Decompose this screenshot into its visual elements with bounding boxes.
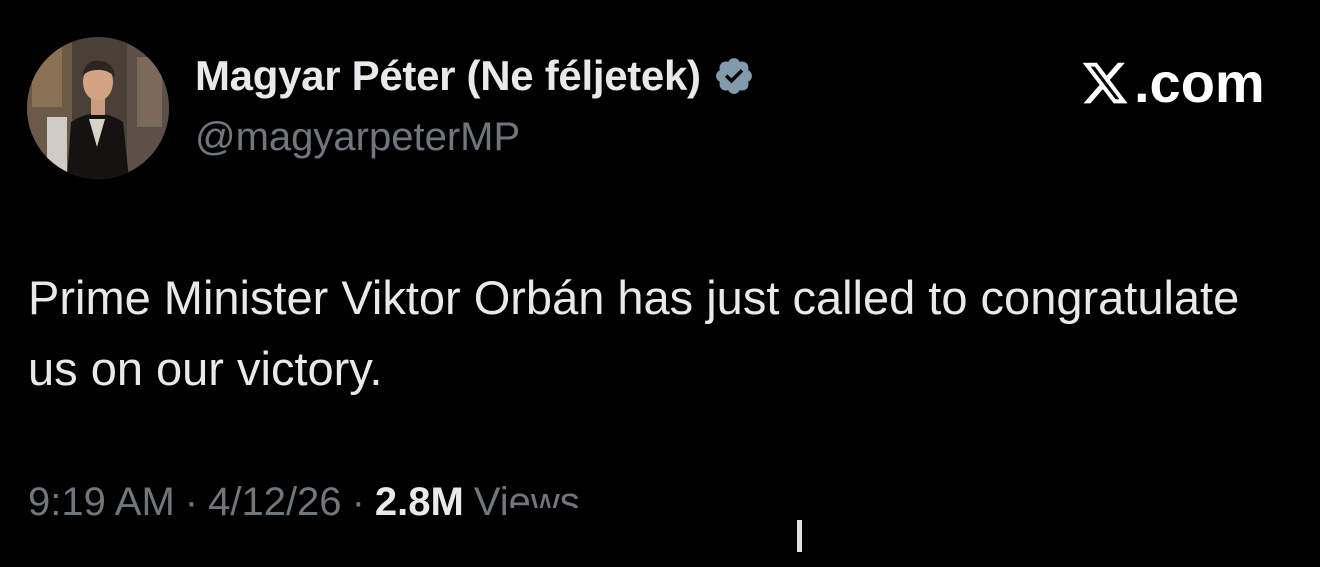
site-branding: .com: [1080, 50, 1265, 115]
profile-photo: [27, 37, 169, 179]
site-domain: .com: [1134, 51, 1265, 114]
tweet-date[interactable]: 4/12/26: [208, 480, 341, 525]
cropped-region: [510, 508, 810, 567]
views-count[interactable]: 2.8M: [375, 480, 464, 525]
tweet-text: Prime Minister Viktor Orbán has just cal…: [28, 271, 1240, 395]
tweet-card: Magyar Péter (Ne féljetek) @magyarpeterM…: [0, 0, 1320, 567]
meta-separator: ·: [184, 480, 199, 524]
name-row: Magyar Péter (Ne féljetek): [195, 52, 755, 100]
tweet-meta: 9:19 AM · 4/12/26 · 2.8M Views: [28, 480, 580, 525]
x-logo-icon: [1080, 58, 1130, 108]
verified-badge-icon[interactable]: [713, 55, 755, 97]
meta-separator: ·: [351, 480, 365, 524]
user-handle[interactable]: @magyarpeterMP: [195, 115, 520, 160]
text-cursor: [797, 520, 802, 552]
avatar[interactable]: [27, 37, 169, 179]
tweet-time[interactable]: 9:19 AM: [28, 480, 175, 525]
display-name[interactable]: Magyar Péter (Ne féljetek): [195, 52, 701, 100]
